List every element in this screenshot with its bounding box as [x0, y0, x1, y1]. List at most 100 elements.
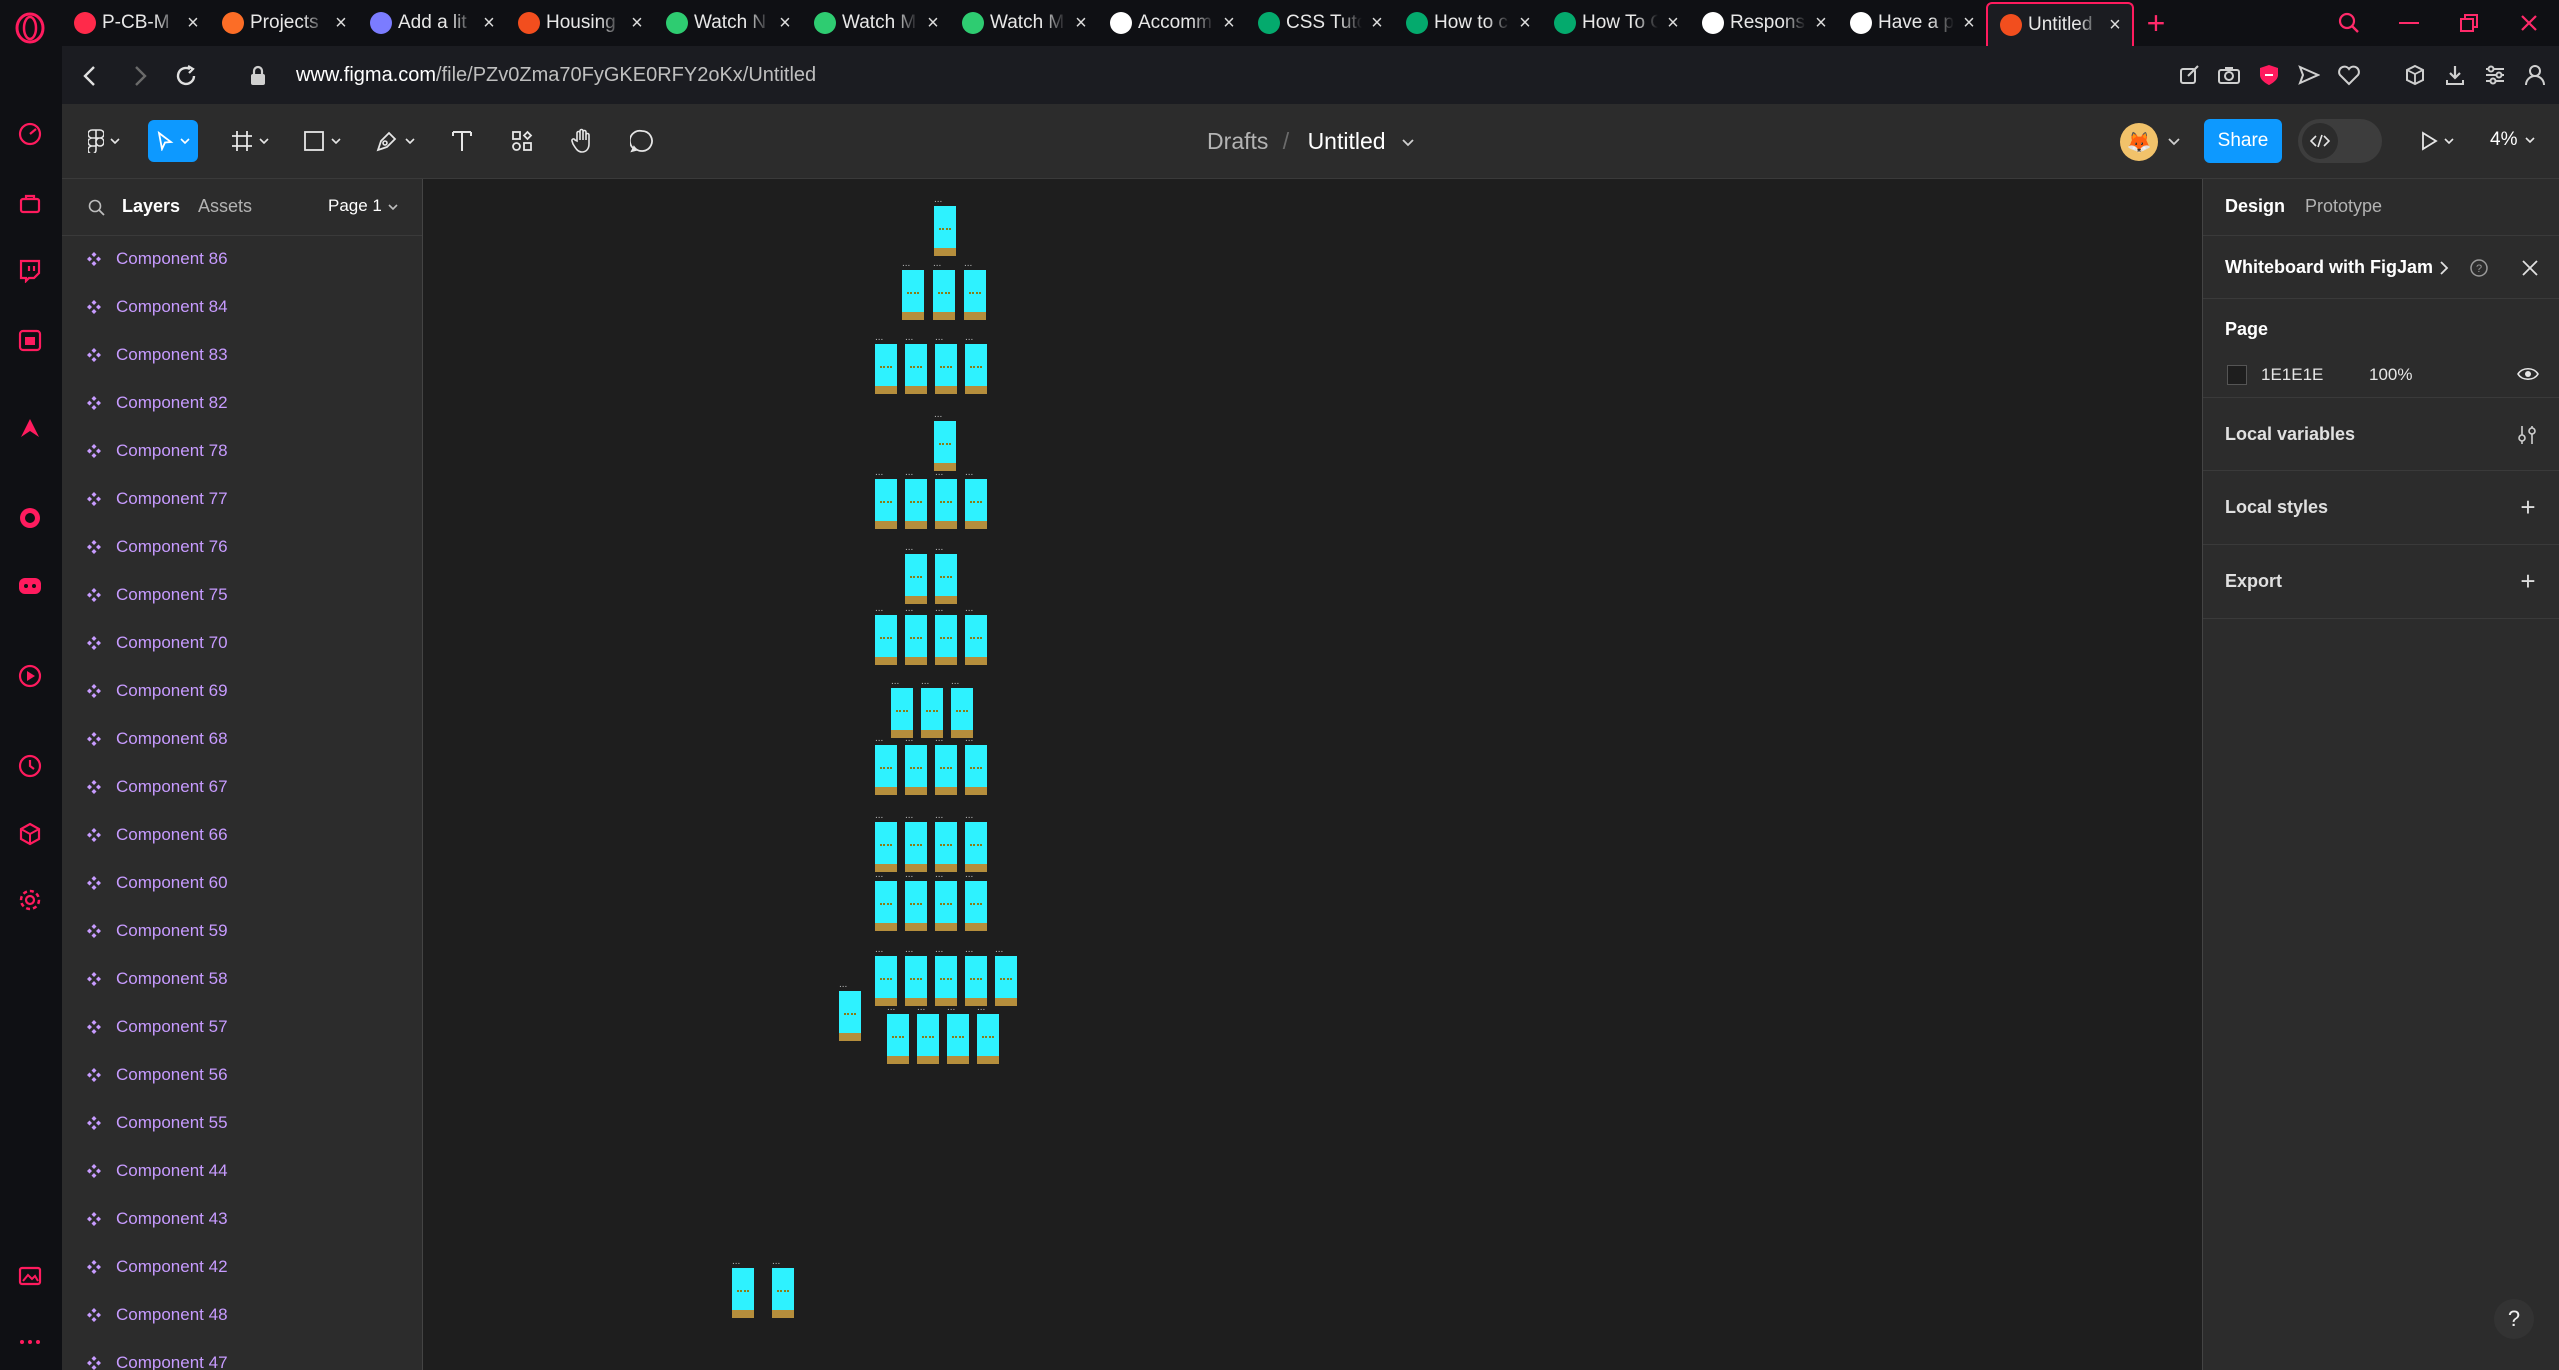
- tab-prototype[interactable]: Prototype: [2305, 196, 2382, 217]
- frame-label[interactable]: [934, 409, 952, 425]
- zoom-dropdown[interactable]: 4%: [2490, 129, 2536, 151]
- shape-tool-button[interactable]: [298, 120, 346, 162]
- close-tab-icon[interactable]: ×: [332, 12, 350, 34]
- component-frame[interactable]: [905, 615, 927, 665]
- frame-label[interactable]: [965, 603, 983, 619]
- close-tab-icon[interactable]: ×: [1664, 12, 1682, 34]
- frame-label[interactable]: [875, 944, 893, 960]
- briefcase-icon[interactable]: [16, 190, 44, 218]
- local-variables-section[interactable]: Local variables: [2203, 398, 2559, 471]
- frame-label[interactable]: [875, 332, 893, 348]
- component-frame[interactable]: [875, 344, 897, 394]
- camera-snapshot-icon[interactable]: [2215, 58, 2243, 92]
- component-frame[interactable]: [934, 421, 956, 471]
- component-frame[interactable]: [935, 479, 957, 529]
- component-frame[interactable]: [935, 881, 957, 931]
- frame-label[interactable]: [964, 258, 982, 274]
- component-frame[interactable]: [965, 822, 987, 872]
- frame-label[interactable]: [772, 1256, 790, 1272]
- component-frame[interactable]: [921, 688, 943, 738]
- present-play-button[interactable]: [2412, 124, 2462, 158]
- discord-icon[interactable]: [16, 572, 44, 600]
- page-selector[interactable]: Page 1: [328, 196, 398, 216]
- main-menu-figma-icon[interactable]: [80, 120, 128, 162]
- frame-label[interactable]: [905, 332, 923, 348]
- component-frame[interactable]: [875, 615, 897, 665]
- component-frame[interactable]: [964, 270, 986, 320]
- frame-label[interactable]: [905, 467, 923, 483]
- browser-tab[interactable]: How To C ×: [1542, 0, 1690, 46]
- layer-item[interactable]: Component 78: [62, 427, 422, 475]
- heart-icon[interactable]: [2335, 58, 2363, 92]
- component-frame[interactable]: [965, 881, 987, 931]
- aria-icon[interactable]: [16, 414, 44, 442]
- extensions-icon[interactable]: [2401, 58, 2429, 92]
- chevron-down-icon[interactable]: [1402, 139, 1414, 147]
- frame-label[interactable]: [935, 603, 953, 619]
- frame-label[interactable]: [951, 676, 969, 692]
- figjam-banner[interactable]: Whiteboard with FigJam ?: [2203, 236, 2559, 299]
- chevron-right-icon[interactable]: [2439, 260, 2449, 276]
- frame-label[interactable]: [965, 467, 983, 483]
- tab-assets[interactable]: Assets: [198, 196, 252, 217]
- file-name[interactable]: Untitled: [1308, 128, 1386, 154]
- layer-item[interactable]: Component 48: [62, 1291, 422, 1339]
- close-tab-icon[interactable]: ×: [1960, 12, 1978, 34]
- frame-label[interactable]: [887, 1002, 905, 1018]
- back-arrow-icon[interactable]: [74, 60, 106, 92]
- component-frame[interactable]: [995, 956, 1017, 1006]
- page-opacity[interactable]: 100%: [2369, 365, 2412, 385]
- layer-item[interactable]: Component 42: [62, 1243, 422, 1291]
- frame-label[interactable]: [933, 258, 951, 274]
- frame-label[interactable]: [875, 467, 893, 483]
- edit-share-icon[interactable]: [2175, 58, 2203, 92]
- layer-item[interactable]: Component 57: [62, 1003, 422, 1051]
- frame-label[interactable]: [935, 944, 953, 960]
- component-frame[interactable]: [951, 688, 973, 738]
- history-icon[interactable]: [16, 752, 44, 780]
- component-frame[interactable]: [875, 956, 897, 1006]
- layer-item[interactable]: Component 68: [62, 715, 422, 763]
- close-tab-icon[interactable]: ×: [480, 12, 498, 34]
- frame-label[interactable]: [905, 603, 923, 619]
- component-frame[interactable]: [902, 270, 924, 320]
- layer-item[interactable]: Component 75: [62, 571, 422, 619]
- dev-mode-toggle[interactable]: [2298, 119, 2382, 163]
- frame-label[interactable]: [917, 1002, 935, 1018]
- component-frame[interactable]: [905, 822, 927, 872]
- resources-icon[interactable]: [502, 120, 542, 162]
- browser-tab[interactable]: P-CB-M ×: [62, 0, 210, 46]
- component-frame[interactable]: [839, 991, 861, 1041]
- component-frame[interactable]: [905, 344, 927, 394]
- frame-label[interactable]: [935, 733, 953, 749]
- layer-item[interactable]: Component 59: [62, 907, 422, 955]
- component-frame[interactable]: [875, 822, 897, 872]
- frame-label[interactable]: [965, 810, 983, 826]
- layer-item[interactable]: Component 58: [62, 955, 422, 1003]
- component-frame[interactable]: [933, 270, 955, 320]
- component-frame[interactable]: [965, 745, 987, 795]
- layer-item[interactable]: Component 56: [62, 1051, 422, 1099]
- browser-tab[interactable]: Responsi ×: [1690, 0, 1838, 46]
- frame-label[interactable]: [905, 542, 923, 558]
- frame-label[interactable]: [905, 810, 923, 826]
- move-tool-button[interactable]: [148, 120, 198, 162]
- component-frame[interactable]: [935, 344, 957, 394]
- frame-label[interactable]: [965, 733, 983, 749]
- calendar-app-icon[interactable]: [16, 326, 44, 354]
- reload-icon[interactable]: [170, 60, 202, 92]
- easy-setup-icon[interactable]: [2481, 58, 2509, 92]
- layer-item[interactable]: Component 70: [62, 619, 422, 667]
- adblock-shield-icon[interactable]: [2255, 58, 2283, 92]
- component-frame[interactable]: [891, 688, 913, 738]
- frame-label[interactable]: [977, 1002, 995, 1018]
- more-options-icon[interactable]: [16, 1328, 44, 1356]
- component-frame[interactable]: [875, 881, 897, 931]
- component-frame[interactable]: [977, 1014, 999, 1064]
- frame-label[interactable]: [935, 467, 953, 483]
- layer-item[interactable]: Component 84: [62, 283, 422, 331]
- frame-label[interactable]: [935, 810, 953, 826]
- add-export-plus-icon[interactable]: +: [2516, 566, 2540, 596]
- component-frame[interactable]: [965, 479, 987, 529]
- frame-label[interactable]: [934, 194, 952, 210]
